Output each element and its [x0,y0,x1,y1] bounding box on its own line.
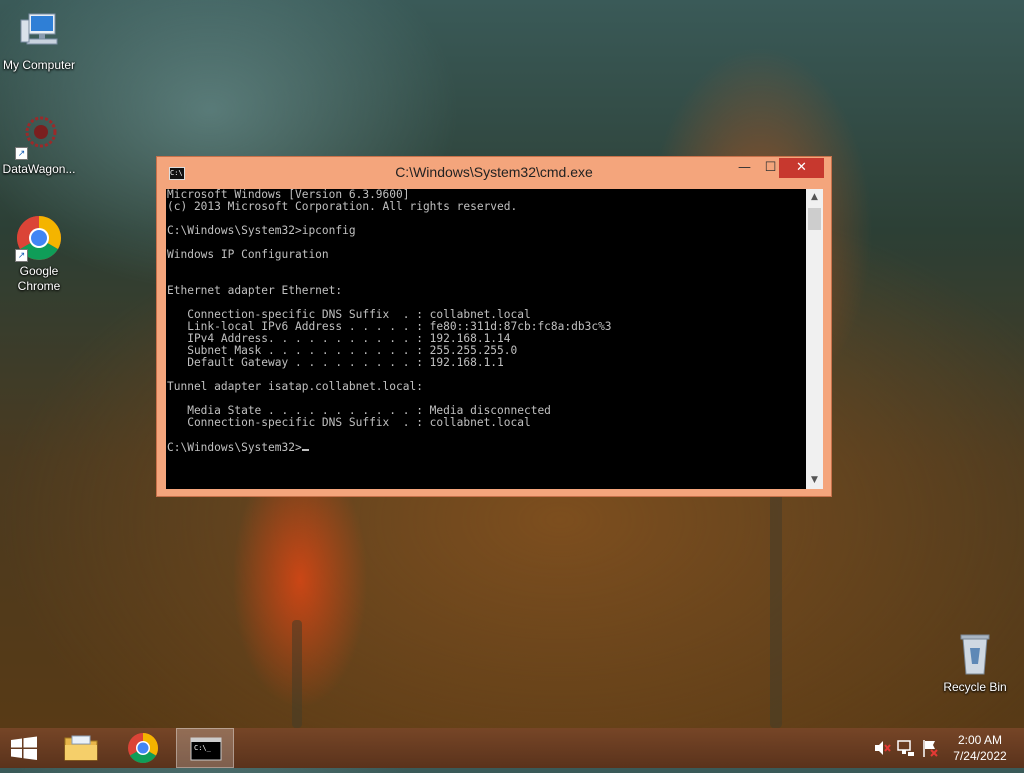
console-prompt: C:\Windows\System32> [167,441,302,454]
close-button[interactable]: ✕ [779,158,824,178]
shortcut-arrow-icon: ↗ [15,147,28,160]
console-line: Tunnel adapter isatap.collabnet.local: [167,380,423,393]
console-line: Windows IP Configuration [167,248,329,261]
clock-date: 7/24/2022 [953,749,1007,763]
desktop-icon-datawagon[interactable]: ↗ DataWagon... [0,112,79,177]
desktop-icon-recycle-bin[interactable]: Recycle Bin [935,630,1015,695]
chrome-icon [128,733,158,764]
network-icon[interactable] [896,728,916,768]
cmd-icon: C:\_ [190,737,222,761]
console-line: Default Gateway . . . . . . . . . : 192.… [187,356,504,369]
desktop-icon-label: My Computer [2,58,76,72]
console-line: (c) 2013 Microsoft Corporation. All righ… [167,200,518,213]
minimize-button[interactable]: — [731,158,758,178]
console-line: Connection-specific DNS Suffix . : colla… [187,416,531,429]
window-title: C:\Windows\System32\cmd.exe [395,164,593,180]
console-line: C:\Windows\System32>ipconfig [167,224,356,237]
console-line: Ethernet adapter Ethernet: [167,284,343,297]
computer-icon [15,8,63,56]
desktop-icon-google-chrome[interactable]: ↗ Google Chrome [0,214,79,294]
file-explorer-icon [64,735,98,761]
desktop-icon-label: Recycle Bin [943,680,1007,694]
datawagon-icon: ↗ [15,112,63,160]
cmd-window[interactable]: C:\ C:\Windows\System32\cmd.exe — ☐ ✕ Mi… [156,156,832,497]
start-button[interactable] [0,728,48,768]
console-cursor [301,441,309,451]
wallpaper-stem [770,490,782,728]
vertical-scrollbar[interactable]: ▲ ▼ [806,189,823,489]
recycle-bin-icon [951,630,999,678]
console-text: Microsoft Windows [Version 6.3.9600] (c)… [166,189,806,454]
taskbar-cmd[interactable]: C:\_ [176,728,234,768]
wallpaper-stem [292,620,302,728]
svg-text:C:\_: C:\_ [194,744,212,752]
console-output[interactable]: Microsoft Windows [Version 6.3.9600] (c)… [166,189,806,489]
scroll-down-arrow-icon[interactable]: ▼ [806,472,823,489]
clock-time: 2:00 AM [957,733,1003,747]
action-center-flag-icon[interactable] [920,728,940,768]
chrome-icon: ↗ [15,214,63,262]
scrollbar-thumb[interactable] [808,208,821,230]
desktop-icon-label: Google Chrome [17,264,61,293]
windows-start-icon [11,736,37,760]
desktop-icon-label: DataWagon... [2,162,76,176]
taskbar-chrome[interactable] [114,728,172,768]
desktop-icon-my-computer[interactable]: My Computer [0,8,79,73]
window-titlebar[interactable]: C:\ C:\Windows\System32\cmd.exe — ☐ ✕ [157,157,831,189]
shortcut-arrow-icon: ↗ [15,249,28,262]
scroll-up-arrow-icon[interactable]: ▲ [806,189,823,206]
volume-muted-icon[interactable] [872,728,892,768]
taskbar-clock[interactable]: 2:00 AM 7/24/2022 [940,732,1020,764]
taskbar-file-explorer[interactable] [52,728,110,768]
taskbar: C:\_ 2:00 AM 7/24/2022 [0,728,1024,768]
